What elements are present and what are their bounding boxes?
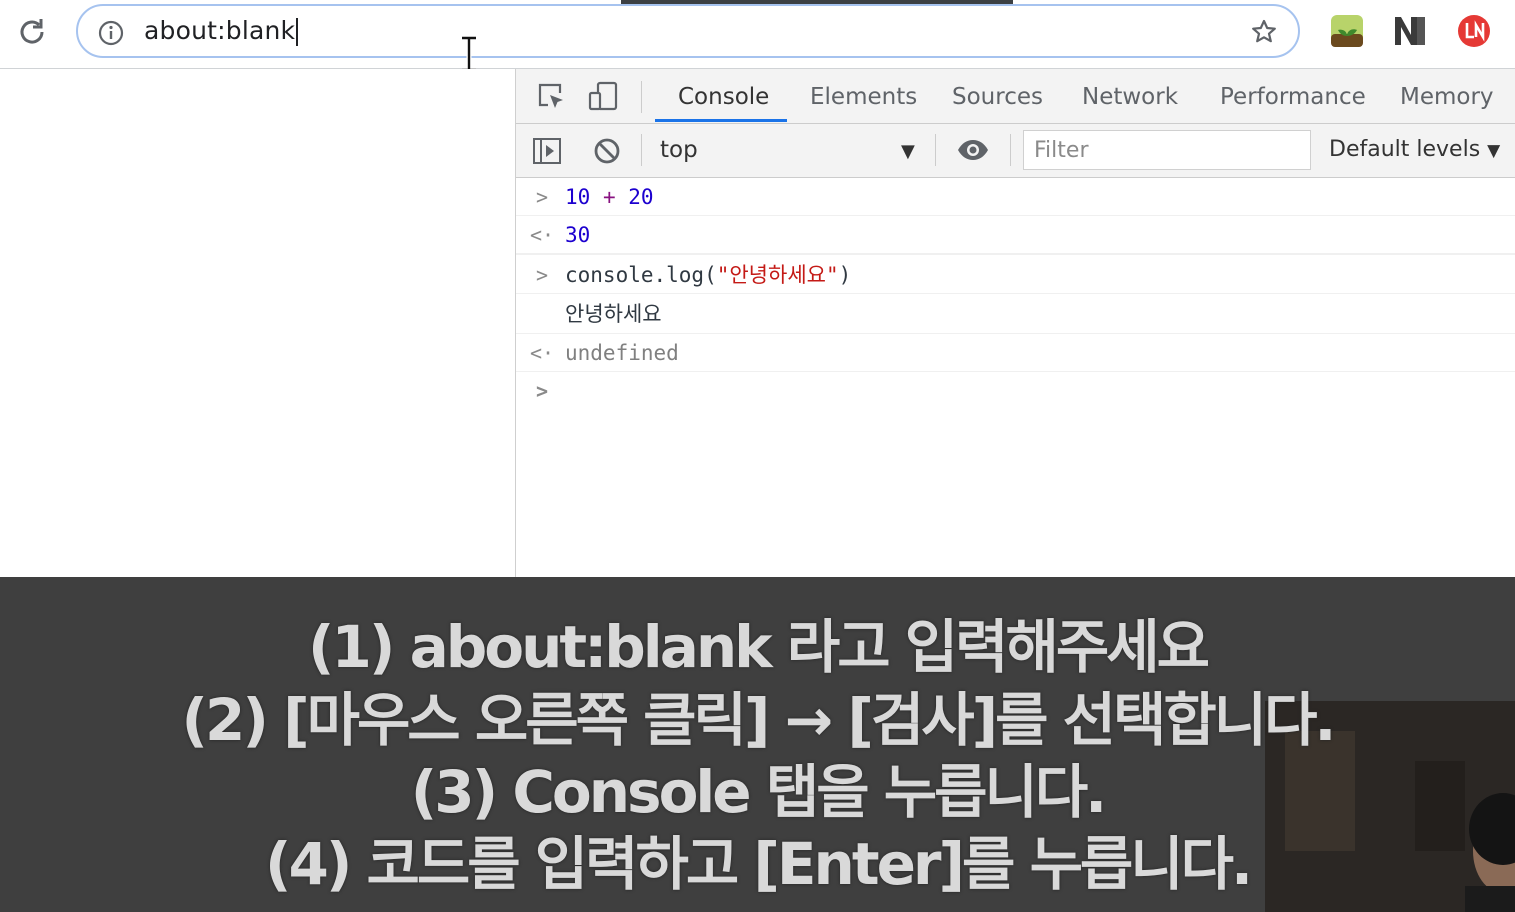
text-caret — [296, 18, 299, 46]
devtools-tab-bar: Console Elements Sources Network Perform… — [516, 69, 1515, 124]
console-prompt[interactable]: > — [516, 372, 1515, 410]
toolbar-divider — [935, 134, 936, 166]
caption-line: (1) about:blank 라고 입력해주세요 — [308, 613, 1210, 681]
text-cursor-icon — [462, 36, 476, 72]
input-prompt-icon: > — [535, 185, 549, 209]
tab-console[interactable]: Console — [678, 69, 769, 123]
console-toolbar: top ▼ Default levels ▼ — [516, 124, 1515, 178]
red-extension-icon[interactable] — [1457, 14, 1491, 48]
active-tab-indicator — [655, 119, 787, 122]
chevron-down-icon[interactable]: ▼ — [901, 141, 915, 162]
caption-line: (3) Console 탭을 누릅니다. — [410, 758, 1107, 826]
log-levels-label: Default levels — [1329, 137, 1481, 162]
number-token: 20 — [628, 185, 654, 209]
code-token: ) — [838, 263, 852, 287]
star-icon[interactable] — [1250, 18, 1278, 46]
result-value: 30 — [565, 223, 591, 247]
address-bar[interactable]: about:blank — [76, 4, 1300, 58]
tab-sources[interactable]: Sources — [952, 69, 1043, 123]
tab-memory[interactable]: Memory — [1400, 69, 1494, 123]
browser-toolbar: about:blank — [0, 0, 1515, 72]
device-toolbar-icon[interactable] — [588, 81, 618, 111]
console-row: > console.log("안녕하세요") — [516, 254, 1515, 294]
filter-input[interactable] — [1032, 131, 1306, 169]
input-prompt-icon: > — [535, 263, 549, 287]
toolbar-divider — [641, 134, 642, 166]
plant-extension-icon[interactable] — [1330, 14, 1364, 48]
console-row: > 10 + 20 — [516, 178, 1515, 216]
url-text[interactable]: about:blank — [144, 16, 295, 45]
clear-console-icon[interactable] — [592, 136, 622, 166]
tab-network[interactable]: Network — [1082, 69, 1178, 123]
sidebar-toggle-icon[interactable] — [532, 136, 562, 166]
log-message: 안녕하세요 — [565, 302, 662, 326]
caption-line: (2) [마우스 오른쪽 클릭] → [검사]를 선택합니다. — [181, 686, 1337, 754]
caption-line: (4) 코드를 입력하고 [Enter]를 누릅니다. — [264, 830, 1253, 898]
result-arrow-icon: <· — [530, 223, 555, 247]
filter-box[interactable] — [1023, 130, 1311, 170]
operator-token: + — [602, 185, 616, 209]
toolbar-divider — [1010, 134, 1011, 166]
reload-icon[interactable] — [14, 14, 50, 50]
toolbar-divider — [641, 81, 642, 113]
string-token: "안녕하세요" — [716, 263, 839, 287]
console-row: 안녕하세요 — [516, 294, 1515, 334]
log-levels-dropdown[interactable]: Default levels ▼ — [1329, 137, 1500, 162]
code-token: console.log( — [565, 263, 717, 287]
tab-performance[interactable]: Performance — [1220, 69, 1366, 123]
inspect-element-icon[interactable] — [536, 81, 566, 111]
console-row: <· undefined — [516, 334, 1515, 372]
info-icon[interactable] — [98, 20, 124, 46]
result-arrow-icon: <· — [530, 341, 555, 365]
eye-icon[interactable] — [956, 135, 990, 165]
tab-elements[interactable]: Elements — [810, 69, 917, 123]
prompt-chevron-icon: > — [535, 379, 549, 403]
tutorial-caption: (1) about:blank 라고 입력해주세요 (2) [마우스 오른쪽 클… — [0, 577, 1515, 912]
context-selector[interactable]: top — [660, 137, 698, 163]
console-row: <· 30 — [516, 216, 1515, 254]
n-extension-icon[interactable] — [1393, 14, 1427, 48]
console-output[interactable]: > 10 + 20 <· 30 > console.log("안녕하세요") 안… — [516, 178, 1515, 410]
result-value: undefined — [565, 341, 679, 365]
chevron-down-icon: ▼ — [1487, 141, 1501, 161]
number-token: 10 — [565, 185, 591, 209]
